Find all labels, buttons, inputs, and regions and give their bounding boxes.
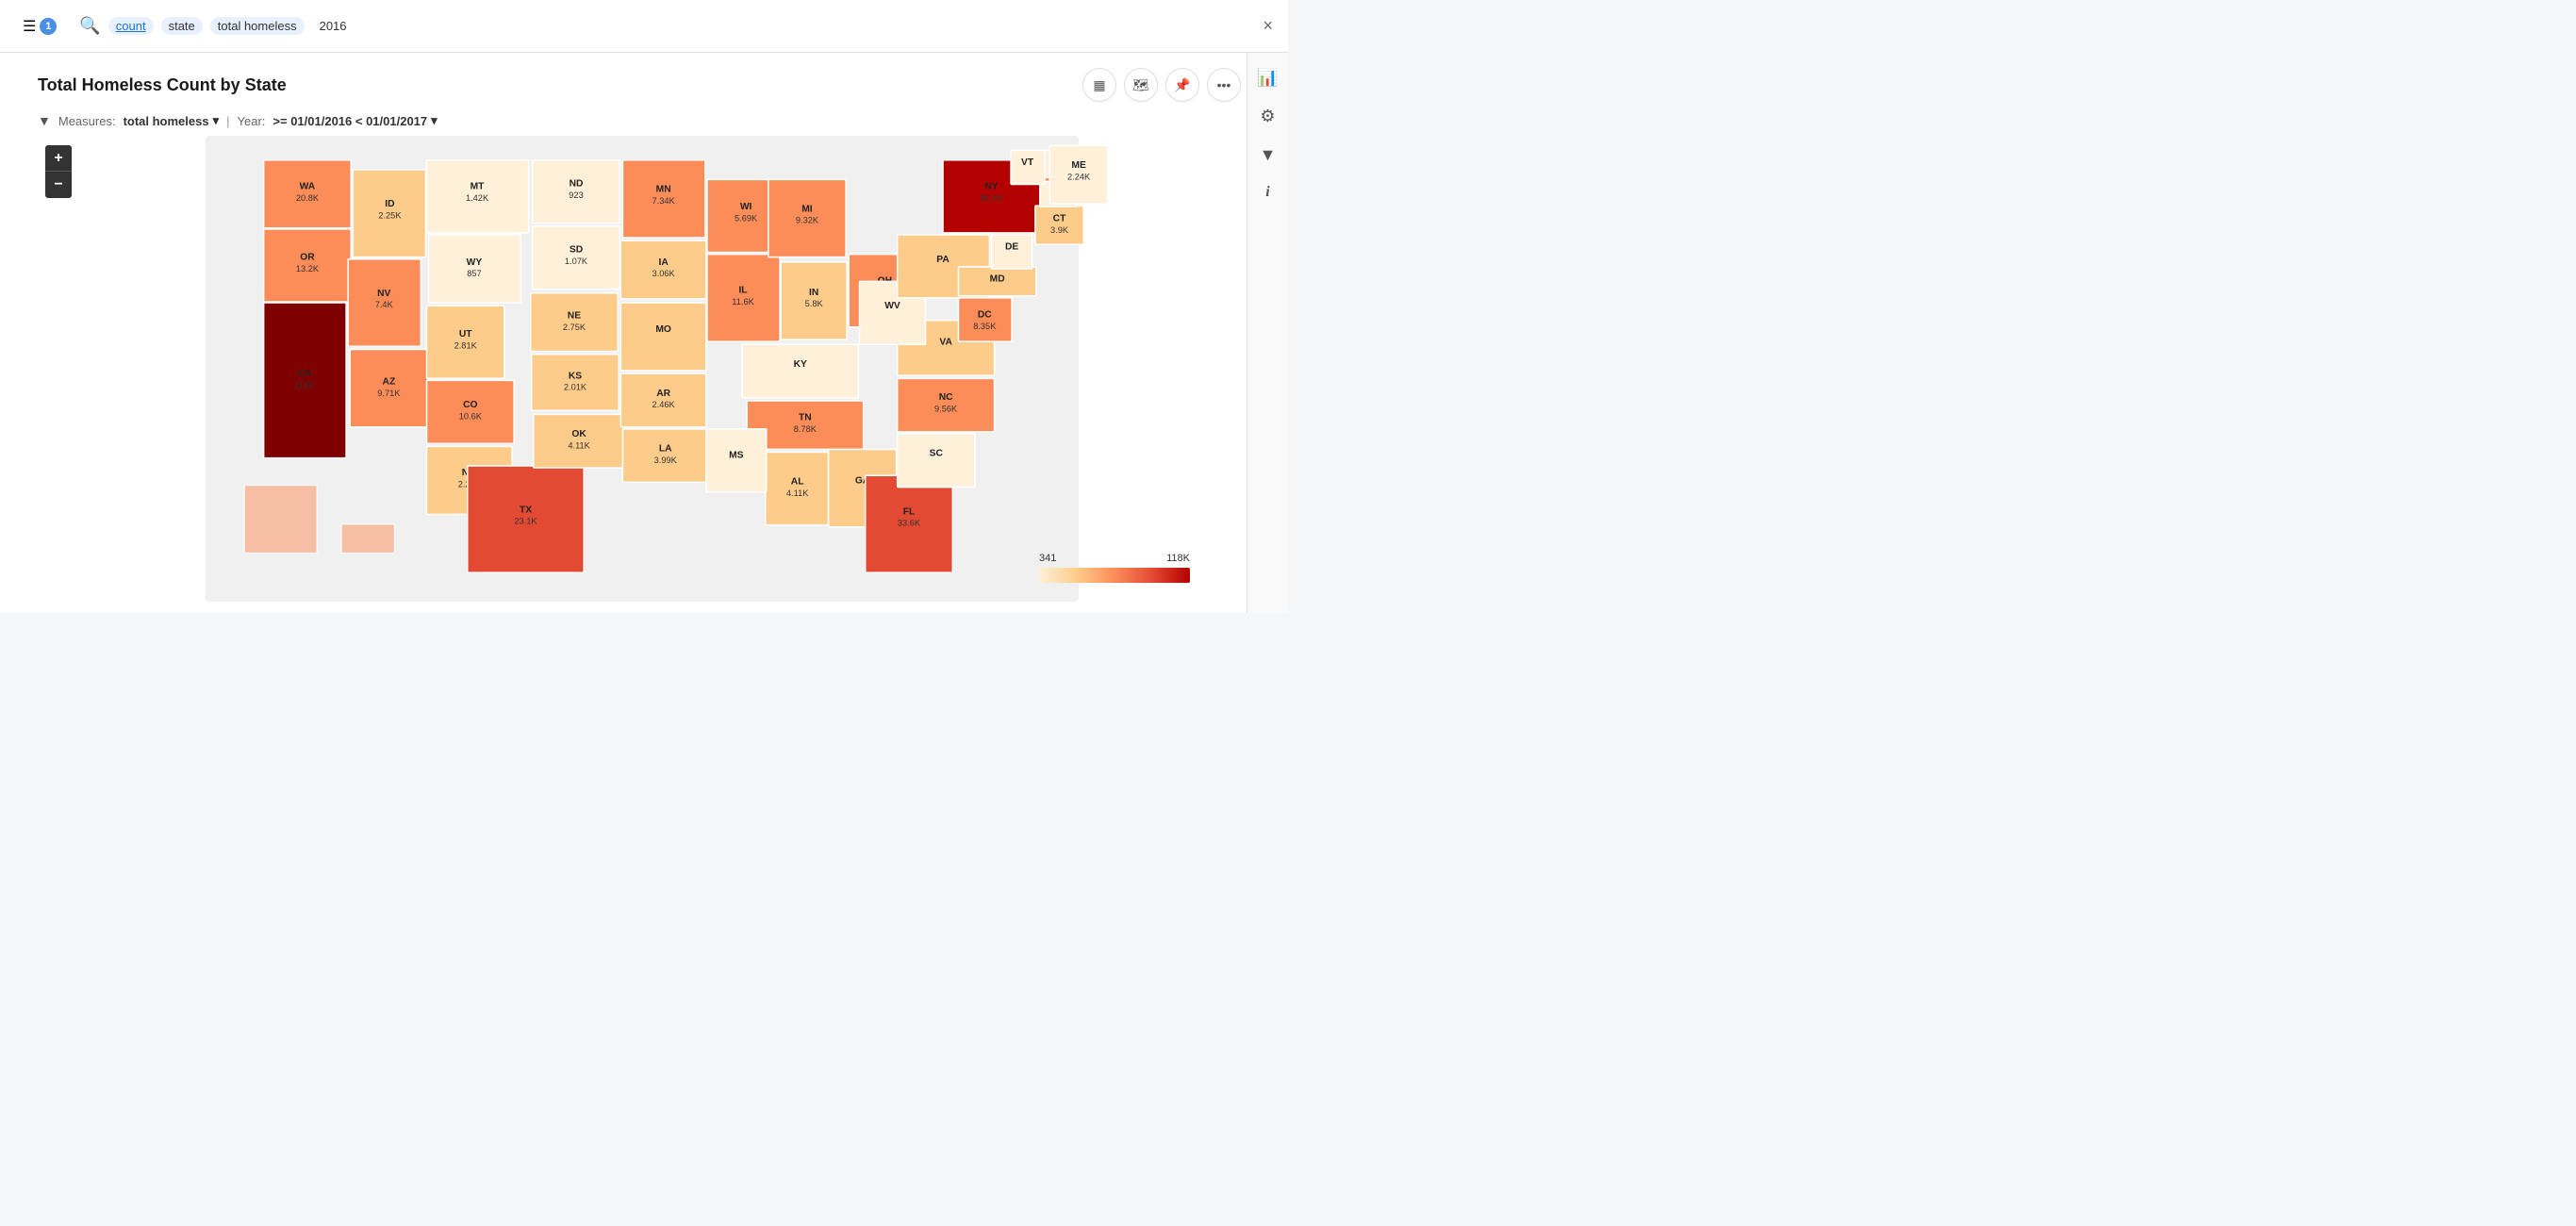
state-DC[interactable] [959, 298, 1013, 341]
zoom-in-button[interactable]: + [45, 145, 72, 172]
year-value[interactable]: >= 01/01/2016 < 01/01/2017 ▾ [272, 113, 437, 128]
state-AL[interactable] [766, 453, 829, 525]
filter-settings-icon[interactable]: ⚙ [1260, 107, 1275, 126]
state-NV[interactable] [348, 259, 421, 347]
chart-type-icon[interactable]: 📊 [1257, 68, 1278, 88]
tag-count[interactable]: count [108, 17, 154, 35]
layer-button[interactable]: ☰ 1 [15, 13, 64, 40]
state-SC[interactable] [898, 434, 975, 488]
state-ID[interactable] [353, 170, 425, 257]
state-NE[interactable] [531, 293, 619, 352]
close-button[interactable]: × [1263, 16, 1273, 36]
state-OK[interactable] [534, 414, 626, 468]
chart-header: Total Homeless Count by State ▦ 🗺 📌 ••• [0, 53, 1288, 109]
more-button[interactable]: ••• [1207, 68, 1241, 102]
zoom-controls: + − [45, 145, 72, 198]
state-ND[interactable] [533, 160, 620, 224]
tag-year[interactable]: 2016 [312, 17, 355, 35]
info-icon[interactable]: i [1265, 184, 1269, 201]
filter-bar: ▼ Measures: total homeless ▾ | Year: >= … [0, 109, 1288, 136]
zoom-out-button[interactable]: − [45, 172, 72, 198]
map-view-button[interactable]: 🗺 [1124, 68, 1158, 102]
state-MI[interactable] [768, 179, 846, 257]
state-UT[interactable] [427, 306, 504, 378]
state-MD[interactable] [959, 267, 1036, 296]
state-KS[interactable] [532, 355, 619, 411]
pin-button[interactable]: 📌 [1165, 68, 1199, 102]
search-bar: ☰ 1 🔍 count state total homeless 2016 × [0, 0, 1288, 53]
state-OR[interactable] [264, 229, 352, 302]
right-sidebar: 📊 ⚙ ▼ i [1247, 53, 1288, 613]
funnel-sidebar-icon[interactable]: ▼ [1260, 145, 1277, 165]
map-container: + − WA 20.8K OR 13.2K CA 118K ID 2.25K [0, 136, 1247, 602]
legend-max: 118K [1166, 553, 1190, 564]
state-WY[interactable] [429, 235, 521, 303]
chart-title: Total Homeless Count by State [38, 75, 287, 95]
legend: 341 118K [1039, 553, 1190, 583]
state-AR[interactable] [620, 373, 706, 427]
state-DE[interactable] [992, 235, 1032, 269]
state-IL[interactable] [707, 255, 780, 342]
state-VT[interactable] [1011, 150, 1045, 184]
state-WA[interactable] [264, 160, 352, 228]
tag-state[interactable]: state [161, 17, 203, 35]
state-HI[interactable] [341, 524, 395, 554]
state-IN[interactable] [781, 262, 847, 340]
legend-labels: 341 118K [1039, 553, 1190, 564]
state-MS[interactable] [706, 429, 767, 492]
tag-homeless[interactable]: total homeless [210, 17, 305, 35]
main-content: 📊 ⚙ ▼ i Total Homeless Count by State ▦ … [0, 53, 1288, 613]
state-MO[interactable] [620, 303, 706, 371]
state-AZ[interactable] [350, 349, 427, 426]
search-icon: 🔍 [79, 16, 100, 36]
state-ME[interactable] [1049, 145, 1108, 204]
us-map: WA 20.8K OR 13.2K CA 118K ID 2.25K NV 7.… [38, 136, 1247, 602]
state-MN[interactable] [622, 160, 704, 238]
state-MT[interactable] [427, 160, 529, 233]
state-AK[interactable] [244, 486, 317, 554]
measures-label: Measures: [58, 114, 116, 128]
measures-value[interactable]: total homeless ▾ [124, 113, 220, 128]
filter-icon: ▼ [38, 113, 51, 128]
state-CO[interactable] [427, 380, 515, 443]
layer-badge: 1 [40, 18, 57, 35]
state-SD[interactable] [533, 226, 620, 290]
state-KY[interactable] [742, 344, 859, 398]
state-CA[interactable] [264, 303, 346, 458]
legend-min: 341 [1039, 553, 1056, 564]
table-view-button[interactable]: ▦ [1082, 68, 1116, 102]
state-TX[interactable] [468, 466, 585, 572]
chart-actions: ▦ 🗺 📌 ••• [1082, 68, 1241, 102]
state-LA[interactable] [622, 429, 708, 483]
state-CT[interactable] [1035, 206, 1083, 244]
year-label: Year: [238, 114, 266, 128]
layer-icon: ☰ [23, 17, 36, 36]
legend-bar [1039, 568, 1190, 583]
state-FL[interactable] [866, 475, 953, 572]
state-IA[interactable] [620, 240, 706, 299]
state-NC[interactable] [898, 378, 995, 432]
